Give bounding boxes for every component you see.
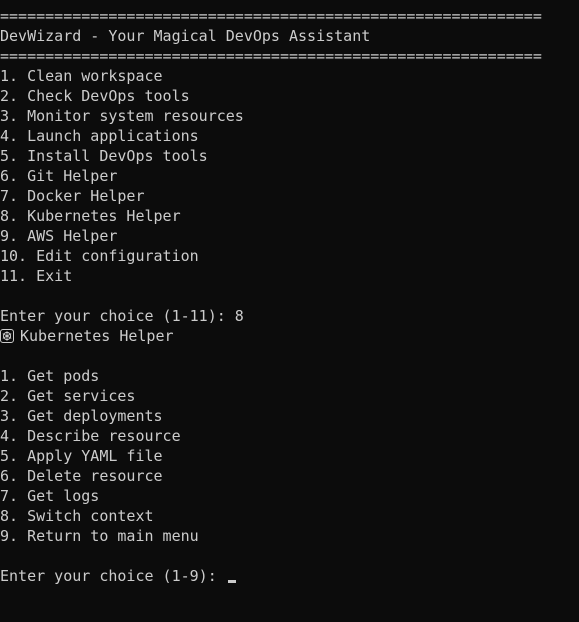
main-menu-item: 10. Edit configuration: [0, 247, 199, 265]
terminal-window[interactable]: ========================================…: [0, 0, 579, 622]
submenu-item: 3. Get deployments: [0, 407, 163, 425]
main-menu-item: 6. Git Helper: [0, 167, 118, 185]
header-rule-bottom: ========================================…: [0, 47, 542, 65]
text-cursor[interactable]: [227, 580, 236, 583]
kubernetes-wheel-icon: [0, 328, 14, 343]
submenu-item: 7. Get logs: [0, 487, 100, 505]
submenu-item: 8. Switch context: [0, 507, 154, 525]
header-rule-top: ========================================…: [0, 7, 542, 25]
app-title: DevWizard - Your Magical DevOps Assistan…: [0, 27, 371, 45]
main-menu-item: 1. Clean workspace: [0, 67, 163, 85]
main-menu-item: 8. Kubernetes Helper: [0, 207, 181, 225]
main-menu-item: 5. Install DevOps tools: [0, 147, 208, 165]
input-line[interactable]: Enter your choice (1-9):: [0, 566, 579, 586]
submenu-item: 4. Describe resource: [0, 427, 181, 445]
main-menu-item: 11. Exit: [0, 267, 73, 285]
submenu-title-line: Kubernetes Helper: [0, 326, 579, 346]
submenu-item: 1. Get pods: [0, 367, 100, 385]
submenu-item: 5. Apply YAML file: [0, 447, 163, 465]
main-menu-item: 4. Launch applications: [0, 127, 199, 145]
submenu-item: 2. Get services: [0, 387, 136, 405]
main-menu-item: 7. Docker Helper: [0, 187, 145, 205]
main-menu-prompt: Enter your choice (1-11): 8: [0, 307, 244, 325]
submenu-title: Kubernetes Helper: [20, 327, 174, 345]
main-menu-item: 3. Monitor system resources: [0, 107, 244, 125]
kubernetes-menu: 1. Get pods 2. Get services 3. Get deplo…: [0, 366, 579, 546]
main-menu-item: 9. AWS Helper: [0, 227, 118, 245]
submenu-item: 6. Delete resource: [0, 467, 163, 485]
main-menu: 1. Clean workspace 2. Check DevOps tools…: [0, 66, 579, 286]
submenu-item: 9. Return to main menu: [0, 527, 199, 545]
submenu-prompt: Enter your choice (1-9):: [0, 567, 226, 585]
main-menu-item: 2. Check DevOps tools: [0, 87, 190, 105]
